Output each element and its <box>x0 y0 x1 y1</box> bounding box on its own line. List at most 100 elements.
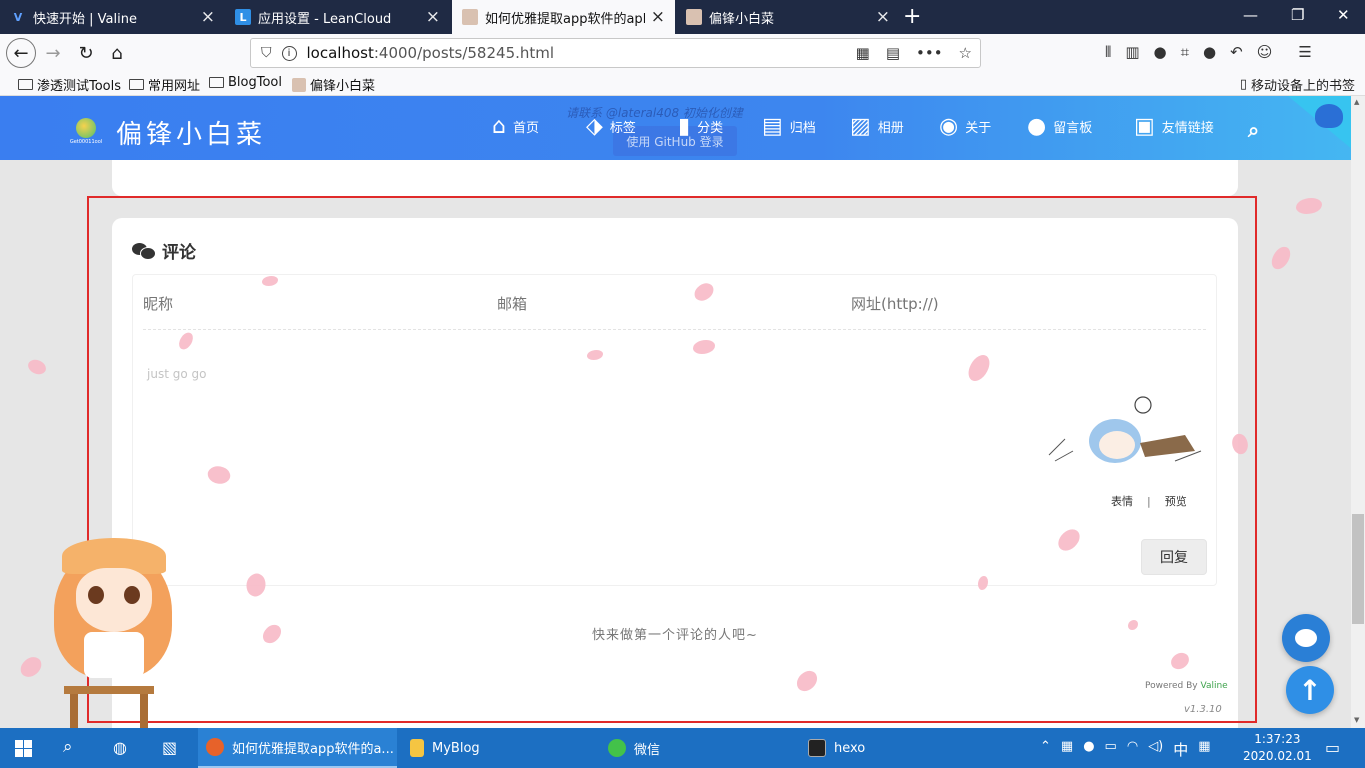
bookmarks-bar: 渗透测试Tools 常用网址 BlogTool 偏锋小白菜 ▯ 移动设备上的书签 <box>0 72 1365 96</box>
nav-home[interactable]: ⌂ 首页 <box>492 114 539 139</box>
close-tab-icon[interactable]: × <box>876 7 890 27</box>
close-tab-icon[interactable]: × <box>201 7 215 27</box>
home-icon[interactable]: ⌂ <box>102 38 132 68</box>
extension-face-icon[interactable]: ☺ <box>1257 43 1273 61</box>
taskbar-hexo[interactable]: hexo <box>800 728 990 768</box>
wechat-tray-icon[interactable]: ● <box>1083 739 1094 760</box>
tray-app-icon[interactable]: ▦ <box>1061 739 1073 760</box>
home-icon: ⌂ <box>492 114 506 139</box>
scroll-up-icon[interactable]: ▲ <box>1354 98 1359 106</box>
shield-icon[interactable]: ⛉ <box>261 45 272 61</box>
user-circle-icon: ◉ <box>939 114 959 139</box>
url-text[interactable]: localhost:4000/posts/58245.html <box>307 44 555 62</box>
nav-archives[interactable]: ▤ 归档 <box>762 114 816 139</box>
folder-icon <box>129 79 144 90</box>
nav-friend-links[interactable]: ▣ 友情链接 <box>1134 114 1214 139</box>
nav-about[interactable]: ◉ 关于 <box>939 114 991 139</box>
leancloud-icon: L <box>235 9 251 25</box>
tab-valine[interactable]: V 快速开始 | Valine × <box>0 0 225 34</box>
bookmark-folder-tools[interactable]: 渗透测试Tools <box>18 75 121 94</box>
bookmark-blog[interactable]: 偏锋小白菜 <box>292 75 375 94</box>
petal <box>17 652 45 682</box>
keyboard-grid-icon[interactable]: ▦ <box>1198 739 1210 760</box>
comments-icon <box>1295 629 1317 647</box>
chat-extension-icon[interactable]: ● <box>1203 43 1216 61</box>
ime-indicator[interactable]: 中 <box>1173 739 1188 760</box>
scroll-down-icon[interactable]: ▼ <box>1354 716 1359 724</box>
page-scrollbar[interactable] <box>1351 96 1365 728</box>
wechat-icon <box>608 739 626 757</box>
reload-icon[interactable]: ↻ <box>71 38 101 68</box>
notification-icon[interactable]: ▭ <box>1325 738 1340 757</box>
petal <box>1269 243 1293 273</box>
terminal-icon <box>808 739 826 757</box>
reader-view-icon[interactable]: ▤ <box>886 44 900 62</box>
tab-blog-home[interactable]: 偏锋小白菜 × <box>676 0 900 34</box>
web-page: 请联系 @lateral408 初始化创建 使用 GitHub 登录 Get00… <box>0 96 1365 728</box>
nav-gallery[interactable]: ▨ 相册 <box>850 114 904 139</box>
chevron-up-icon[interactable]: ⌃ <box>1040 739 1051 760</box>
archive-icon: ▤ <box>762 114 783 139</box>
battery-icon[interactable]: ▭ <box>1105 739 1117 760</box>
site-logo[interactable]: Get00011ool <box>68 118 104 146</box>
taskbar-myblog[interactable]: MyBlog <box>402 728 592 768</box>
screenshot-icon[interactable]: ⌗ <box>1181 43 1189 61</box>
image-viewer-icon[interactable]: ▧ <box>162 738 177 757</box>
bookmark-icon: ▮ <box>678 114 691 139</box>
tab-current-post[interactable]: 如何优雅提取app软件的apk格 × <box>452 0 675 34</box>
forward-icon[interactable]: → <box>38 38 68 68</box>
browser-icon[interactable]: ◍ <box>113 738 127 757</box>
avatar-icon <box>292 77 306 92</box>
back-to-top-button[interactable]: ↑ <box>1286 666 1334 714</box>
search-icon[interactable]: ⌕ <box>63 737 73 757</box>
bookmark-folder-blogtool[interactable]: BlogTool <box>209 75 282 90</box>
scrollbar-thumb[interactable] <box>1352 514 1364 624</box>
valine-icon: V <box>13 10 23 24</box>
bookmark-star-icon[interactable]: ☆ <box>959 44 972 62</box>
search-icon[interactable]: ⌕ <box>1248 118 1259 142</box>
tab-leancloud[interactable]: L 应用设置 - LeanCloud × <box>225 0 450 34</box>
folder-icon <box>209 77 224 88</box>
nav-tags[interactable]: ⬗ 标签 <box>586 114 636 139</box>
avatar-icon <box>686 9 702 25</box>
close-tab-icon[interactable]: × <box>426 7 440 27</box>
network-icon[interactable]: ◠ <box>1127 739 1138 760</box>
system-clock[interactable]: 1:37:23 2020.02.01 <box>1243 731 1312 765</box>
qr-code-icon[interactable]: ▦ <box>856 44 870 62</box>
image-icon: ▨ <box>850 114 871 139</box>
nav-categories[interactable]: ▮ 分类 <box>678 114 723 139</box>
contact-card-icon: ▣ <box>1134 114 1155 139</box>
petal <box>1296 198 1322 214</box>
menu-icon[interactable]: ☰ <box>1298 43 1311 61</box>
minimize-icon[interactable]: — <box>1243 6 1258 24</box>
mobile-bookmarks[interactable]: ▯ 移动设备上的书签 <box>1240 75 1355 94</box>
avatar-icon <box>462 9 478 25</box>
maximize-icon[interactable]: ❐ <box>1291 6 1304 24</box>
windows-taskbar: ⌕ ◍ ▧ 如何优雅提取app软件的a... MyBlog 微信 hexo ⌃ … <box>0 728 1365 768</box>
close-window-icon[interactable]: ✕ <box>1337 6 1350 24</box>
more-actions-icon[interactable]: ••• <box>916 44 943 62</box>
close-tab-icon[interactable]: × <box>651 7 665 27</box>
back-icon[interactable]: ← <box>6 38 36 68</box>
site-title[interactable]: 偏锋小白菜 <box>116 114 266 151</box>
bookmark-folder-common[interactable]: 常用网址 <box>129 75 200 94</box>
account-icon[interactable]: ● <box>1154 43 1167 61</box>
undo-icon[interactable]: ↶ <box>1230 43 1243 61</box>
umaru-mascot[interactable] <box>48 536 180 728</box>
highlight-frame <box>87 196 1257 723</box>
address-bar[interactable]: ⛉ i localhost:4000/posts/58245.html ▦ ▤ … <box>250 38 981 68</box>
petal <box>25 355 49 379</box>
octocat-icon <box>1315 104 1343 128</box>
volume-icon[interactable]: ◁) <box>1148 739 1163 760</box>
new-tab-icon[interactable]: + <box>903 4 921 29</box>
chat-float-button[interactable] <box>1282 614 1330 662</box>
nav-guestbook[interactable]: ● 留言板 <box>1027 114 1092 139</box>
sidebar-icon[interactable]: ▥ <box>1125 43 1139 61</box>
info-icon[interactable]: i <box>281 45 297 61</box>
taskbar-firefox[interactable]: 如何优雅提取app软件的a... <box>198 728 397 768</box>
windows-start-icon[interactable] <box>15 740 32 757</box>
taskbar-wechat[interactable]: 微信 <box>600 728 790 768</box>
library-icon[interactable]: ⫴ <box>1105 43 1111 61</box>
folder-icon <box>18 79 33 90</box>
comments-icon: ● <box>1027 114 1047 139</box>
